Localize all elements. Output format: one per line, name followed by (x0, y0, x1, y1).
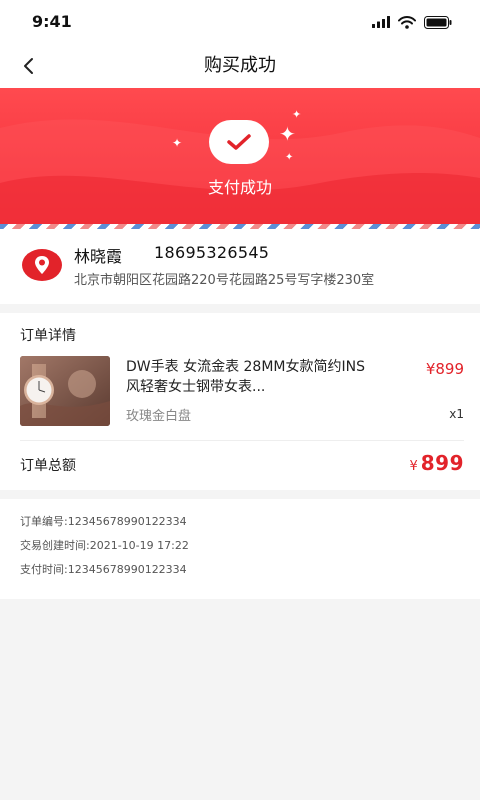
nav-bar: 购买成功 (0, 44, 480, 88)
order-details-card: 订单详情 DW手表 女流金表 28MM女款简约INS 风轻奢女士钢带女表... … (0, 313, 480, 490)
recipient-phone: 18695326545 (154, 243, 270, 262)
payment-time: 支付时间:12345678990122334 (20, 563, 187, 576)
check-icon (227, 134, 251, 150)
battery-icon (424, 15, 452, 29)
page-title: 购买成功 (204, 55, 276, 76)
signal-icon (372, 16, 390, 28)
product-price: ¥899 (425, 360, 464, 378)
product-quantity: x1 (449, 407, 464, 421)
divider (20, 440, 464, 441)
wifi-icon (398, 15, 416, 29)
order-created-time: 交易创建时间:2021-10-19 17:22 (20, 539, 189, 552)
success-badge (209, 120, 269, 164)
sparkle-icon: ✦ (292, 108, 302, 121)
recipient-address: 北京市朝阳区花园路220号花园路25号写字楼230室 (74, 273, 375, 288)
order-info-card: 订单编号:12345678990122334 交易创建时间:2021-10-19… (0, 499, 480, 599)
product-image[interactable] (20, 356, 110, 426)
recipient-name: 林晓霞 (74, 247, 123, 266)
sparkle-icon: ✦ (172, 136, 183, 150)
sparkle-icon: ✦ (285, 152, 294, 163)
status-time: 9:41 (32, 12, 72, 31)
status-icons (372, 14, 452, 30)
address-card: 林晓霞 18695326545 北京市朝阳区花园路220号花园路25号写字楼23… (0, 229, 480, 304)
section-title: 订单详情 (20, 328, 76, 344)
status-bar: 9:41 (0, 0, 480, 44)
payment-success-banner: ✦ ✦ ✦ ✦ 支付成功 (0, 88, 480, 228)
sparkle-icon: ✦ (279, 122, 296, 146)
product-name[interactable]: DW手表 女流金表 28MM女款简约INS 风轻奢女士钢带女表... (126, 357, 412, 397)
watch-photo (20, 356, 110, 426)
location-pin-icon (22, 249, 62, 281)
success-message: 支付成功 (207, 178, 272, 197)
order-number: 订单编号:12345678990122334 (20, 515, 187, 528)
order-total-price: ¥899 (409, 451, 464, 475)
order-total-label: 订单总额 (20, 458, 76, 474)
product-variant: 玫瑰金白盘 (126, 409, 192, 424)
